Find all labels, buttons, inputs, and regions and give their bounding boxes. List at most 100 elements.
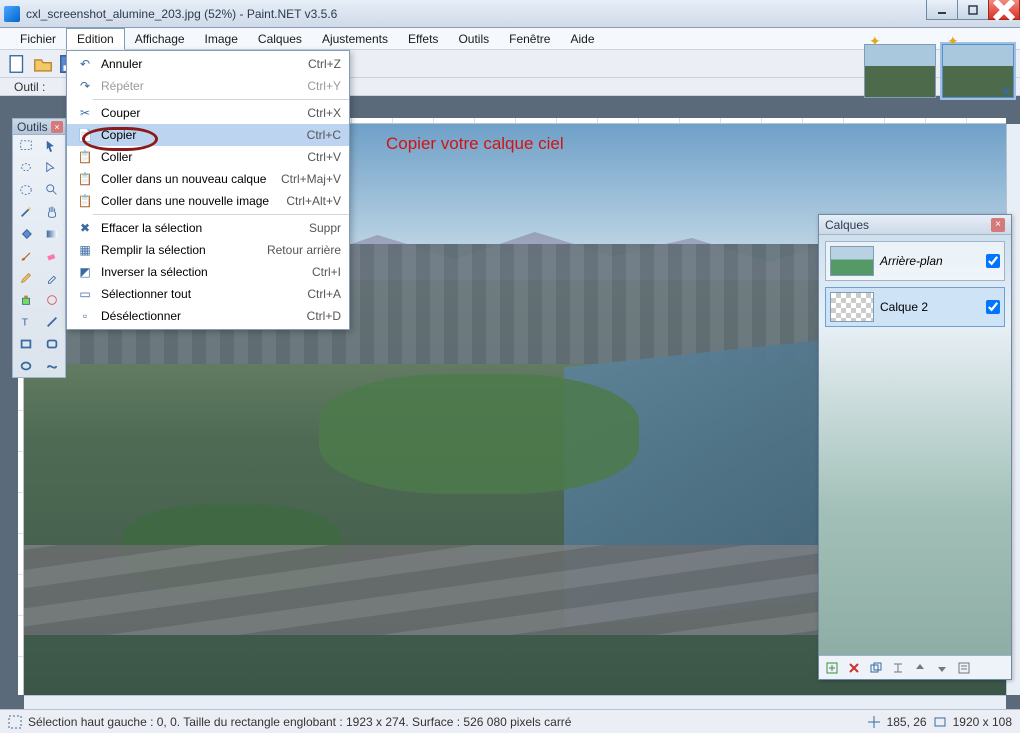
tool-zoom[interactable] bbox=[39, 179, 65, 201]
layer-visible-checkbox[interactable] bbox=[986, 254, 1000, 268]
menu-icon: ✂ bbox=[75, 106, 95, 120]
menu-item-copier[interactable]: 📄CopierCtrl+C bbox=[67, 124, 349, 146]
menu-item-coller[interactable]: 📋CollerCtrl+V bbox=[67, 146, 349, 168]
menu-shortcut: Retour arrière bbox=[267, 243, 341, 257]
layer-row[interactable]: Arrière-plan bbox=[825, 241, 1005, 281]
tool-rect[interactable] bbox=[13, 333, 39, 355]
menu-shortcut: Ctrl+X bbox=[307, 106, 341, 120]
menu-label: Coller dans une nouvelle image bbox=[95, 194, 286, 208]
tool-rounded-rect[interactable] bbox=[39, 333, 65, 355]
title-zoom: (52%) bbox=[204, 7, 236, 21]
menu-icon: ◩ bbox=[75, 265, 95, 279]
chevron-down-icon[interactable] bbox=[1001, 89, 1011, 95]
tool-pencil[interactable] bbox=[13, 267, 39, 289]
status-dims: 1920 x 108 bbox=[953, 715, 1012, 729]
tool-color-picker[interactable] bbox=[39, 267, 65, 289]
thumb-1[interactable]: ✦ bbox=[864, 44, 936, 98]
thumb-2[interactable]: ✦ bbox=[942, 44, 1014, 98]
window-controls bbox=[927, 0, 1020, 20]
tool-pan[interactable] bbox=[39, 201, 65, 223]
menu-aide[interactable]: Aide bbox=[560, 28, 604, 49]
tool-text[interactable]: T bbox=[13, 311, 39, 333]
tools-panel-title[interactable]: Outils × bbox=[13, 119, 65, 135]
move-down-button[interactable] bbox=[933, 659, 951, 677]
tool-line[interactable] bbox=[39, 311, 65, 333]
tool-ellipse-select[interactable] bbox=[13, 179, 39, 201]
layer-row[interactable]: Calque 2 bbox=[825, 287, 1005, 327]
menu-icon: ▫ bbox=[75, 309, 95, 323]
menu-item-couper[interactable]: ✂CouperCtrl+X bbox=[67, 102, 349, 124]
canvas-green bbox=[319, 374, 639, 494]
menu-outils[interactable]: Outils bbox=[448, 28, 499, 49]
menu-item-effacer-la-s-lection[interactable]: ✖Effacer la sélectionSuppr bbox=[67, 217, 349, 239]
minimize-button[interactable] bbox=[926, 0, 958, 20]
menu-edition[interactable]: Edition bbox=[66, 28, 125, 50]
tool-eraser[interactable] bbox=[39, 245, 65, 267]
menu-shortcut: Ctrl+V bbox=[307, 150, 341, 164]
menu-calques[interactable]: Calques bbox=[248, 28, 312, 49]
tool-recolor[interactable] bbox=[39, 289, 65, 311]
layer-properties-button[interactable] bbox=[955, 659, 973, 677]
move-up-button[interactable] bbox=[911, 659, 929, 677]
layers-panel-header[interactable]: Calques × bbox=[819, 215, 1011, 235]
layers-title: Calques bbox=[825, 218, 991, 232]
close-button[interactable] bbox=[988, 0, 1020, 20]
menu-item-annuler[interactable]: ↶AnnulerCtrl+Z bbox=[67, 53, 349, 75]
menu-item-coller-dans-un-nouveau-calque[interactable]: 📋Coller dans un nouveau calqueCtrl+Maj+V bbox=[67, 168, 349, 190]
new-button[interactable] bbox=[6, 53, 28, 75]
document-thumbnails: ✦ ✦ bbox=[864, 44, 1014, 98]
merge-layer-button[interactable] bbox=[889, 659, 907, 677]
add-layer-button[interactable] bbox=[823, 659, 841, 677]
menu-item-r-p-ter: ↷RépéterCtrl+Y bbox=[67, 75, 349, 97]
menu-shortcut: Ctrl+Z bbox=[308, 57, 341, 71]
maximize-button[interactable] bbox=[957, 0, 989, 20]
modified-star-icon: ✦ bbox=[869, 33, 881, 50]
menu-item-inverser-la-s-lection[interactable]: ◩Inverser la sélectionCtrl+I bbox=[67, 261, 349, 283]
menu-item-d-s-lectionner[interactable]: ▫DésélectionnerCtrl+D bbox=[67, 305, 349, 327]
duplicate-layer-button[interactable] bbox=[867, 659, 885, 677]
edition-dropdown: ↶AnnulerCtrl+Z↷RépéterCtrl+Y✂CouperCtrl+… bbox=[66, 50, 350, 330]
menu-item-coller-dans-une-nouvelle-image[interactable]: 📋Coller dans une nouvelle imageCtrl+Alt+… bbox=[67, 190, 349, 212]
open-button[interactable] bbox=[32, 53, 54, 75]
layer-visible-checkbox[interactable] bbox=[986, 300, 1000, 314]
titlebar: cxl_screenshot_alumine_203.jpg (52%) - P… bbox=[0, 0, 1020, 28]
menu-icon: ▭ bbox=[75, 287, 95, 301]
menu-item-s-lectionner-tout[interactable]: ▭Sélectionner toutCtrl+A bbox=[67, 283, 349, 305]
menu-shortcut: Suppr bbox=[309, 221, 341, 235]
menu-image[interactable]: Image bbox=[195, 28, 248, 49]
layer-name: Calque 2 bbox=[880, 300, 980, 314]
scrollbar-horizontal[interactable] bbox=[24, 695, 1006, 709]
tool-rect-select[interactable] bbox=[13, 135, 39, 157]
layer-thumbnail bbox=[830, 246, 874, 276]
menu-fichier[interactable]: Fichier bbox=[10, 28, 66, 49]
tool-freeform[interactable] bbox=[39, 355, 65, 377]
menu-fenetre[interactable]: Fenêtre bbox=[499, 28, 560, 49]
tool-ellipse[interactable] bbox=[13, 355, 39, 377]
tool-move-selection[interactable] bbox=[39, 135, 65, 157]
menu-icon: 📋 bbox=[75, 194, 95, 208]
tool-clone[interactable] bbox=[13, 289, 39, 311]
layers-panel[interactable]: Calques × Arrière-plan Calque 2 bbox=[818, 214, 1012, 680]
menu-label: Couper bbox=[95, 106, 307, 120]
window-title: cxl_screenshot_alumine_203.jpg (52%) - P… bbox=[26, 7, 1016, 21]
title-sep: - bbox=[239, 7, 246, 21]
tool-paint-bucket[interactable] bbox=[13, 223, 39, 245]
tool-brush[interactable] bbox=[13, 245, 39, 267]
layers-close-icon[interactable]: × bbox=[991, 218, 1005, 232]
menu-label: Coller dans un nouveau calque bbox=[95, 172, 281, 186]
delete-layer-button[interactable] bbox=[845, 659, 863, 677]
menu-item-remplir-la-s-lection[interactable]: ▦Remplir la sélectionRetour arrière bbox=[67, 239, 349, 261]
tool-magic-wand[interactable] bbox=[13, 201, 39, 223]
menu-ajustements[interactable]: Ajustements bbox=[312, 28, 398, 49]
tools-panel[interactable]: Outils × T bbox=[12, 118, 66, 378]
menu-affichage[interactable]: Affichage bbox=[125, 28, 195, 49]
tool-lasso[interactable] bbox=[13, 157, 39, 179]
tools-close-icon[interactable]: × bbox=[51, 121, 63, 133]
layers-toolbar bbox=[819, 655, 1011, 679]
tool-gradient[interactable] bbox=[39, 223, 65, 245]
tool-move-pixels[interactable] bbox=[39, 157, 65, 179]
menu-icon: ▦ bbox=[75, 243, 95, 257]
title-app: Paint.NET v3.5.6 bbox=[247, 7, 338, 21]
menu-effets[interactable]: Effets bbox=[398, 28, 448, 49]
title-doc: cxl_screenshot_alumine_203.jpg bbox=[26, 7, 201, 21]
